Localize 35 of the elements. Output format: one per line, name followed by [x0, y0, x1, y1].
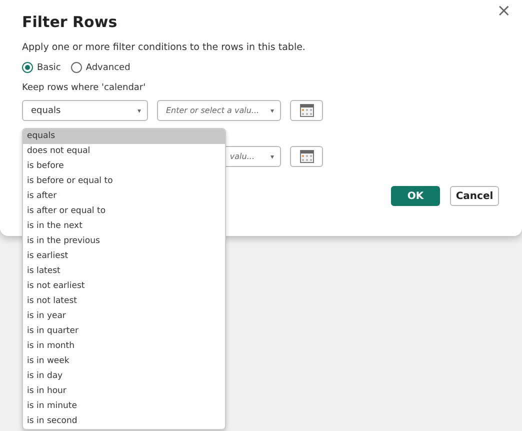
dropdown-option[interactable]: is in second — [23, 414, 225, 429]
radio-option[interactable]: Advanced — [70, 62, 130, 73]
date-picker-button[interactable] — [290, 146, 323, 167]
dropdown-option[interactable]: is not latest — [23, 294, 225, 309]
placeholder: Enter or select a valu... — [166, 106, 260, 115]
ok-button[interactable]: OK — [391, 186, 440, 206]
dropdown-option[interactable]: is before — [23, 159, 225, 174]
cancel-button[interactable]: Cancel — [450, 186, 499, 206]
dialog-title: Filter Rows — [22, 13, 118, 31]
dropdown-option[interactable]: does not equal — [23, 144, 225, 159]
placeholder: valu... — [230, 152, 254, 161]
dropdown-option[interactable]: is earliest — [23, 249, 225, 264]
close-button[interactable]: × — [494, 1, 514, 21]
dropdown-option[interactable]: is in hour — [23, 384, 225, 399]
dropdown-option[interactable]: is in month — [23, 339, 225, 354]
dropdown-option[interactable]: is before or equal to — [23, 174, 225, 189]
dropdown-option[interactable]: is after — [23, 189, 225, 204]
dropdown-option[interactable]: is in the next — [23, 219, 225, 234]
dropdown-option[interactable]: is latest — [23, 264, 225, 279]
radio-option[interactable]: Basic — [22, 62, 61, 73]
calendar-icon — [300, 104, 314, 117]
dropdown-value: equals — [31, 106, 61, 116]
field-label: Keep rows where 'calendar' — [22, 83, 147, 93]
dropdown-option[interactable]: is in year — [23, 309, 225, 324]
dropdown-option[interactable]: is in day — [23, 369, 225, 384]
date-picker-button[interactable] — [290, 100, 323, 121]
dropdown-option[interactable]: is not earliest — [23, 279, 225, 294]
description: Apply one or more filter conditions to the rows in this table. — [22, 42, 306, 53]
dropdown-option[interactable]: equals — [23, 129, 225, 144]
dropdown-option[interactable]: is in minute — [23, 399, 225, 414]
dropdown-option[interactable]: is after or equal to — [23, 204, 225, 219]
dropdown-option[interactable]: is in the previous — [23, 234, 225, 249]
dropdown-option[interactable]: is in week — [23, 354, 225, 369]
dropdown-option[interactable]: is in quarter — [23, 324, 225, 339]
calendar-icon — [300, 150, 314, 163]
